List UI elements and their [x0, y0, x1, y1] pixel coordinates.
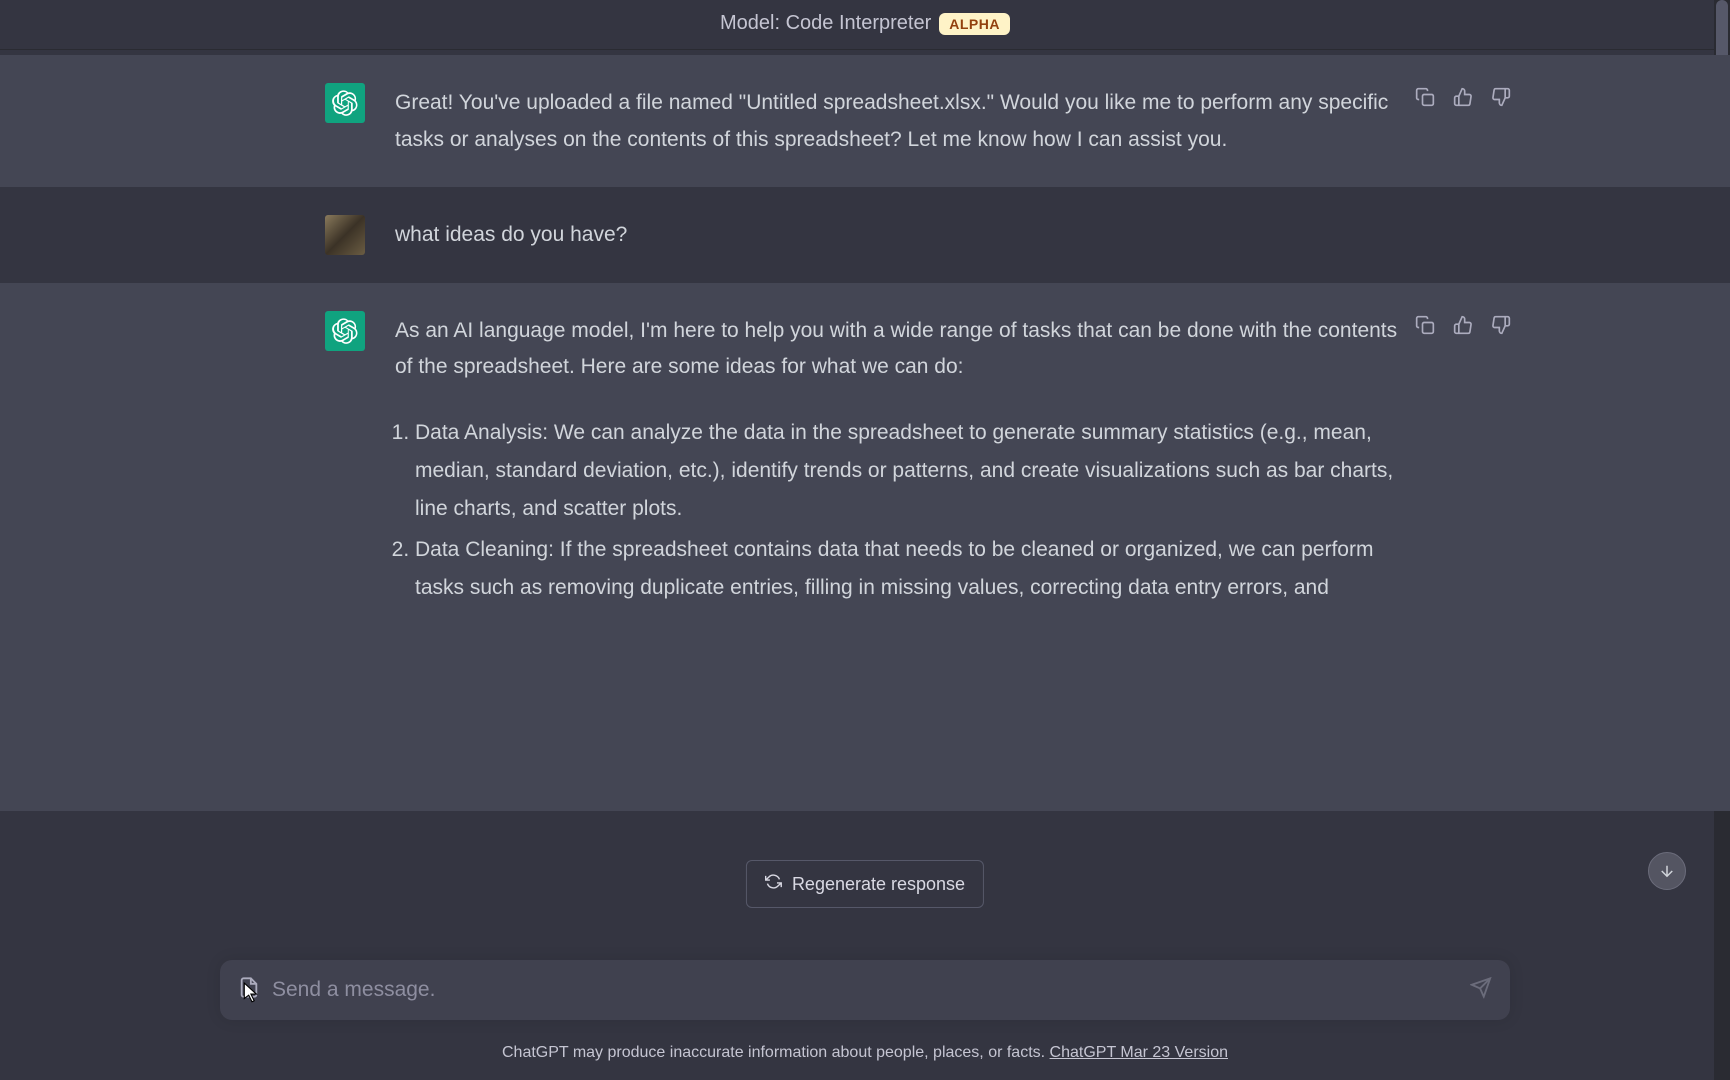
message-user: what ideas do you have?	[0, 187, 1730, 283]
thumbs-up-button[interactable]	[1449, 83, 1477, 111]
footer: ChatGPT may produce inaccurate informati…	[0, 1044, 1730, 1062]
conversation: Great! You've uploaded a file named "Unt…	[0, 55, 1730, 1080]
scroll-down-button[interactable]	[1648, 852, 1686, 890]
assistant-avatar	[325, 83, 365, 123]
message-text: As an AI language model, I'm here to hel…	[395, 311, 1405, 611]
regenerate-label: Regenerate response	[792, 874, 965, 895]
thumbs-down-button[interactable]	[1487, 83, 1515, 111]
model-header: Model: Code Interpreter ALPHA	[0, 0, 1730, 50]
refresh-icon	[765, 873, 782, 895]
list-item: Data Cleaning: If the spreadsheet contai…	[415, 531, 1405, 607]
message-intro: As an AI language model, I'm here to hel…	[395, 313, 1405, 387]
input-area	[220, 960, 1510, 1020]
copy-button[interactable]	[1411, 311, 1439, 339]
user-avatar	[325, 215, 365, 255]
copy-button[interactable]	[1411, 83, 1439, 111]
message-assistant: Great! You've uploaded a file named "Unt…	[0, 55, 1730, 187]
alpha-badge: ALPHA	[939, 13, 1010, 35]
thumbs-up-button[interactable]	[1449, 311, 1477, 339]
thumbs-down-button[interactable]	[1487, 311, 1515, 339]
model-label: Model: Code Interpreter	[720, 12, 931, 35]
arrow-down-icon	[1658, 862, 1676, 880]
list-item: Data Analysis: We can analyze the data i…	[415, 414, 1405, 527]
disclaimer-text: ChatGPT may produce inaccurate informati…	[502, 1044, 1050, 1061]
version-link[interactable]: ChatGPT Mar 23 Version	[1050, 1044, 1228, 1061]
message-input[interactable]	[272, 978, 1456, 1002]
message-assistant: As an AI language model, I'm here to hel…	[0, 283, 1730, 811]
assistant-avatar	[325, 311, 365, 351]
message-text: what ideas do you have?	[395, 215, 1405, 255]
send-icon[interactable]	[1470, 977, 1492, 1004]
input-box[interactable]	[220, 960, 1510, 1020]
message-text: Great! You've uploaded a file named "Unt…	[395, 83, 1405, 159]
regenerate-button[interactable]: Regenerate response	[746, 860, 984, 908]
upload-file-icon[interactable]	[238, 977, 260, 1004]
